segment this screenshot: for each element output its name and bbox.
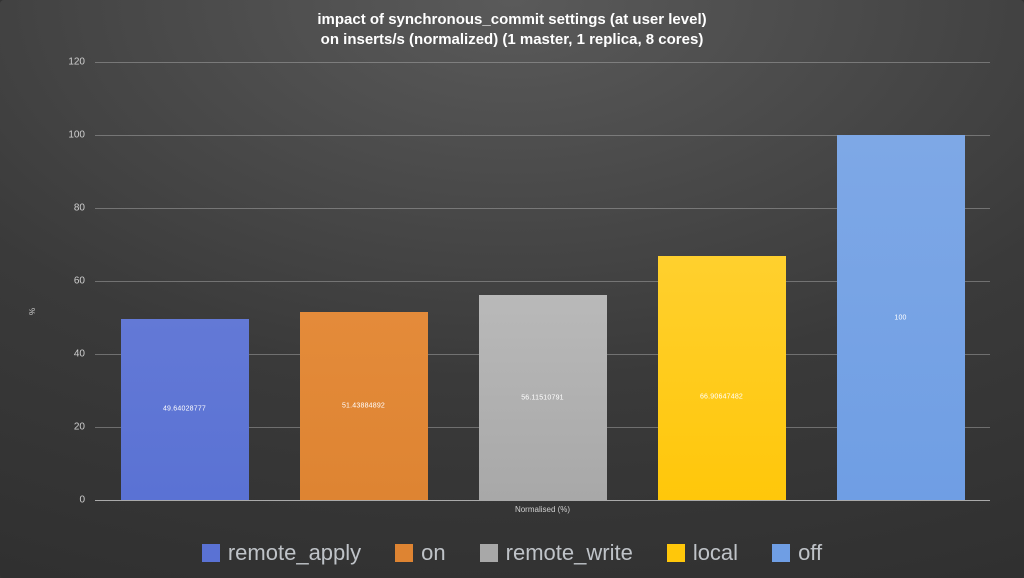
legend-item-remote_write: remote_write [480, 540, 633, 566]
legend-label: local [693, 540, 738, 566]
legend-label: remote_apply [228, 540, 361, 566]
y-tick-60: 60 [55, 276, 85, 287]
y-tick-20: 20 [55, 422, 85, 433]
bar-label: 49.64028777 [121, 406, 249, 413]
chart-stage: impact of synchronous_commit settings (a… [0, 0, 1024, 578]
bar-local: 66.90647482 [658, 256, 786, 500]
legend-swatch-icon [395, 544, 413, 562]
y-tick-120: 120 [55, 57, 85, 68]
legend-swatch-icon [667, 544, 685, 562]
legend-item-remote_apply: remote_apply [202, 540, 361, 566]
legend-label: remote_write [506, 540, 633, 566]
bar-remote_apply: 49.64028777 [121, 319, 249, 500]
legend-label: off [798, 540, 822, 566]
x-axis-title: Normalised (%) [95, 505, 990, 514]
bar-on: 51.43884892 [300, 312, 428, 500]
y-axis-label: % [28, 308, 37, 315]
bar-label: 66.90647482 [658, 394, 786, 401]
legend-swatch-icon [202, 544, 220, 562]
y-tick-80: 80 [55, 203, 85, 214]
bar-label: 100 [837, 314, 965, 321]
legend-swatch-icon [480, 544, 498, 562]
bar-label: 51.43884892 [300, 403, 428, 410]
bar-label: 56.11510791 [479, 394, 607, 401]
chart-title-line2: on inserts/s (normalized) (1 master, 1 r… [0, 30, 1024, 50]
chart-title-line1: impact of synchronous_commit settings (a… [0, 10, 1024, 30]
legend: remote_apply on remote_write local off [0, 540, 1024, 566]
y-tick-40: 40 [55, 349, 85, 360]
legend-label: on [421, 540, 445, 566]
bars-container: 49.64028777 51.43884892 56.11510791 66.9… [95, 62, 990, 500]
baseline [95, 500, 990, 501]
legend-swatch-icon [772, 544, 790, 562]
chart-title: impact of synchronous_commit settings (a… [0, 10, 1024, 51]
legend-item-off: off [772, 540, 822, 566]
y-tick-0: 0 [55, 495, 85, 506]
plot-area: 120 100 80 60 40 20 0 49.64028777 51.438… [95, 62, 990, 500]
bar-remote_write: 56.11510791 [479, 295, 607, 500]
legend-item-local: local [667, 540, 738, 566]
y-tick-100: 100 [55, 130, 85, 141]
bar-off: 100 [837, 135, 965, 500]
legend-item-on: on [395, 540, 445, 566]
